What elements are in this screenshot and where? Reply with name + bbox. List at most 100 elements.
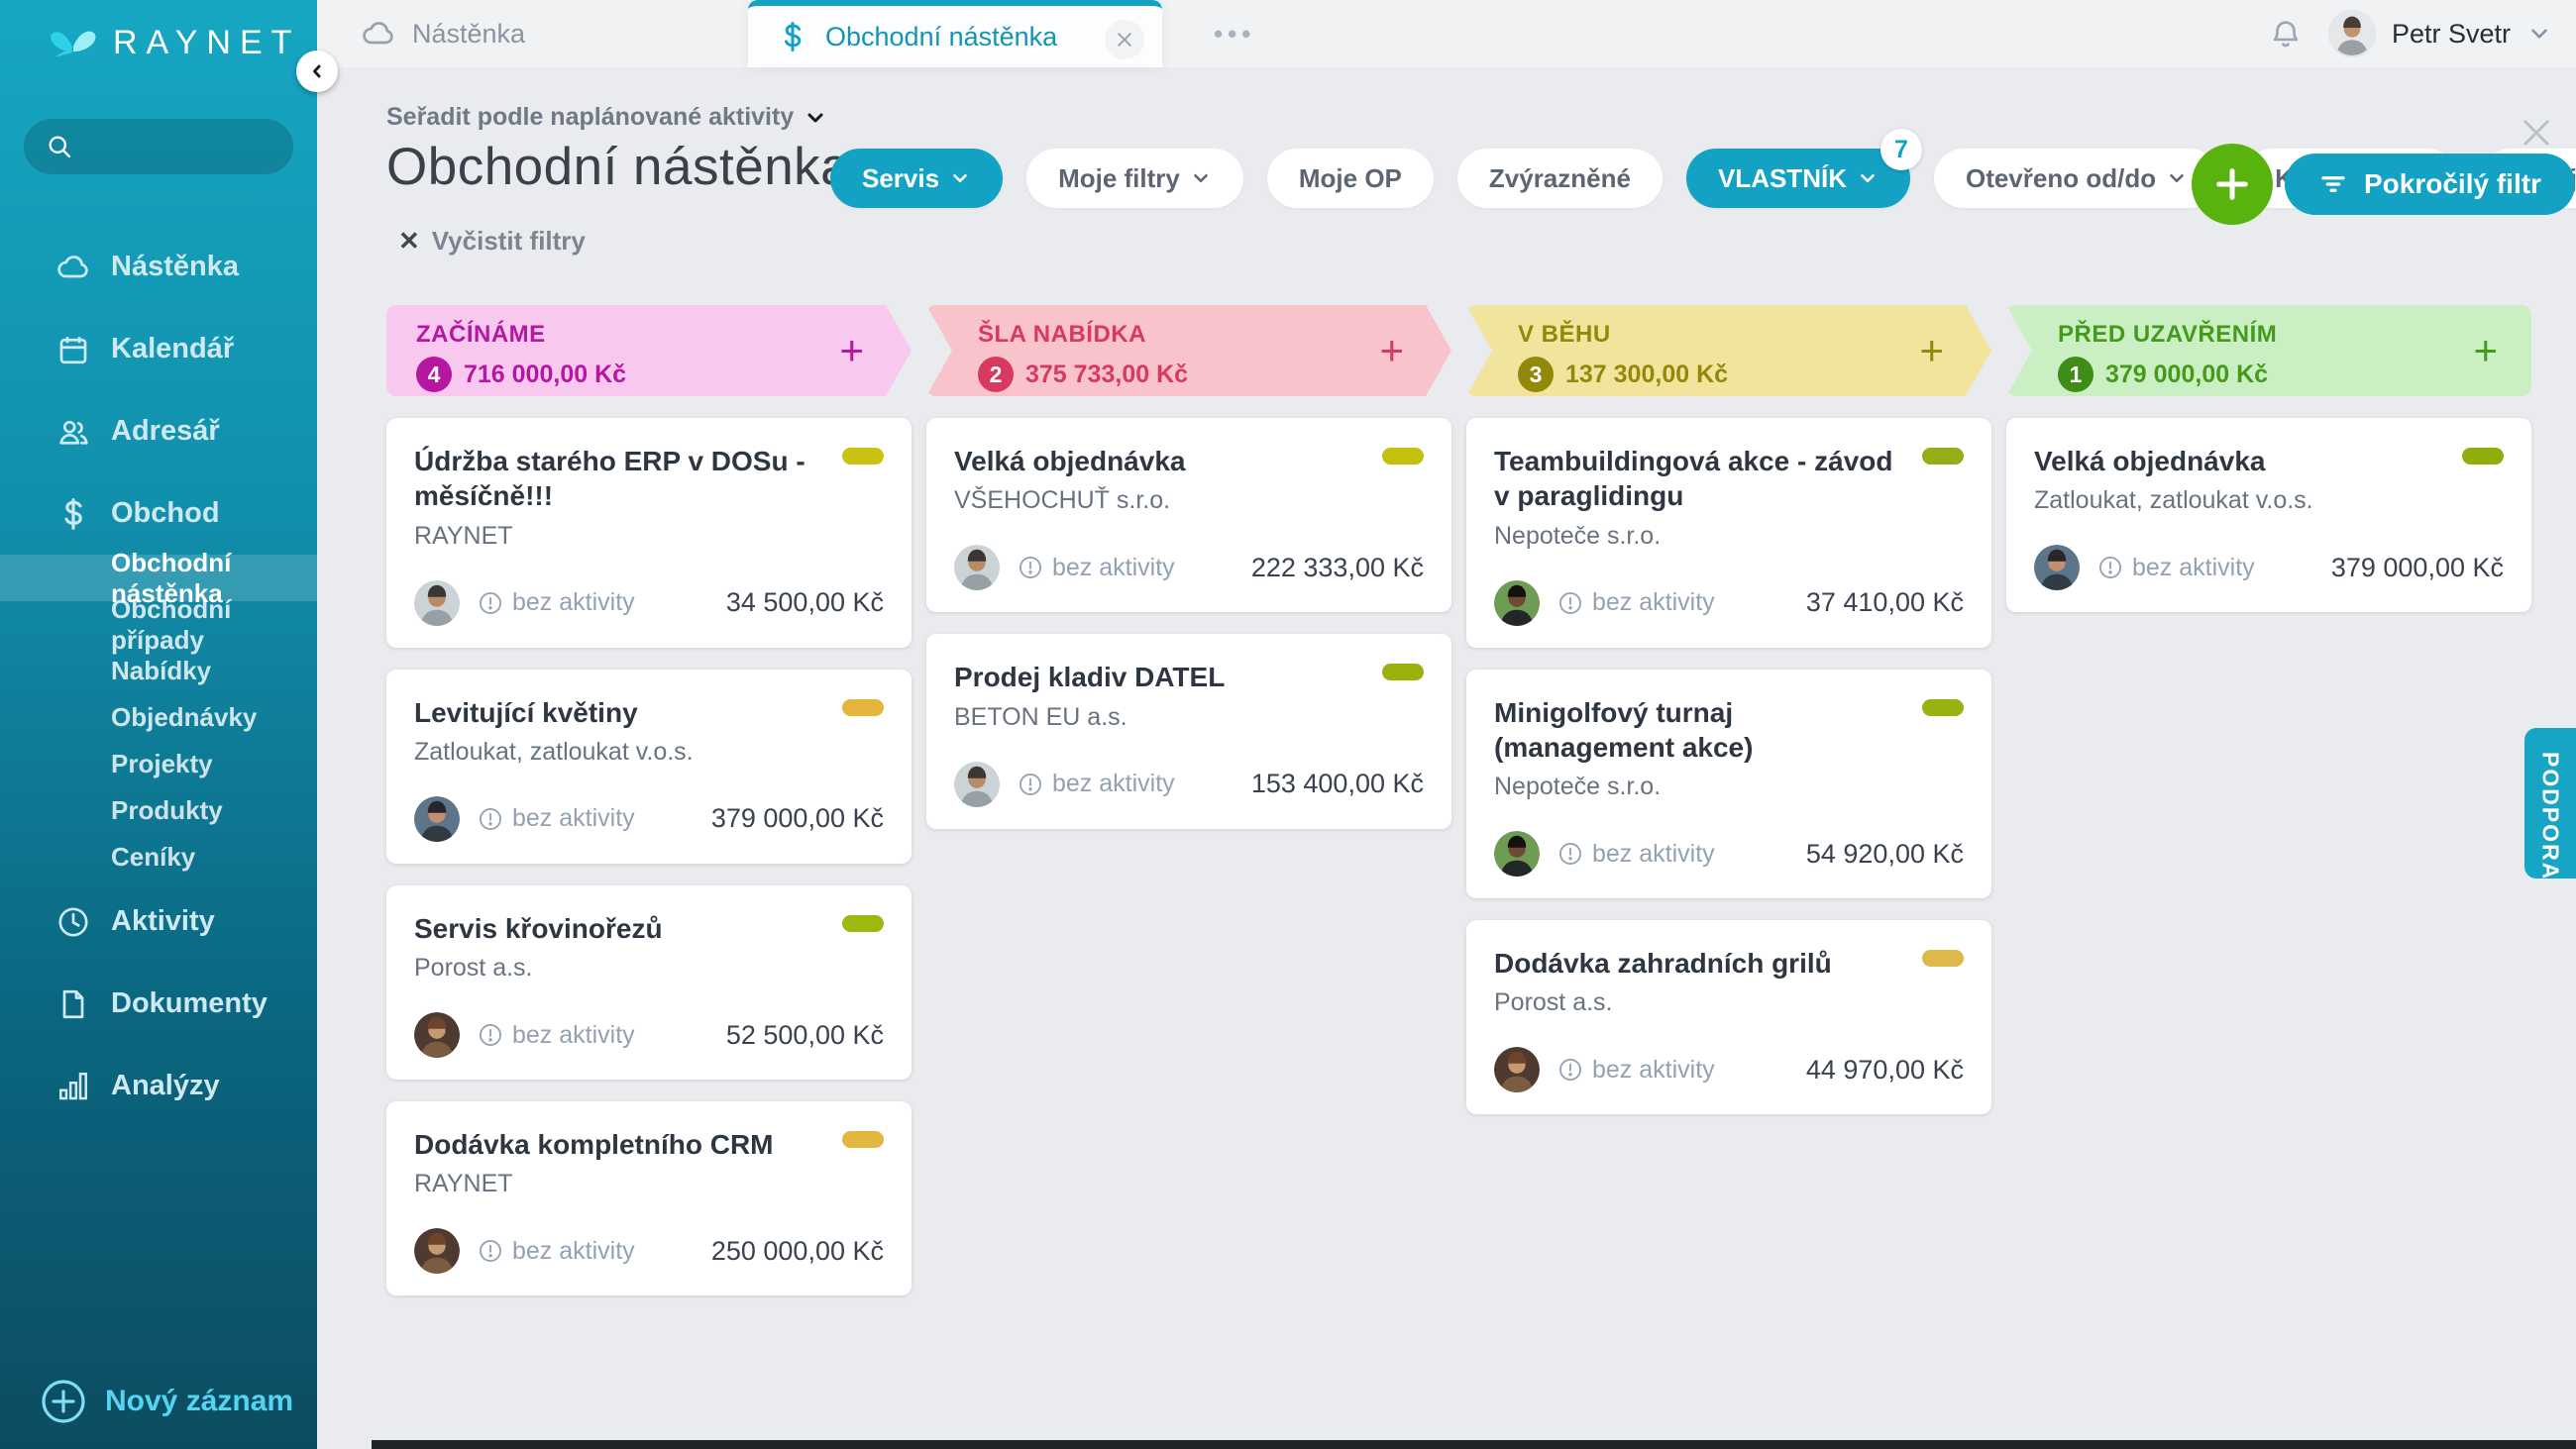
filter-pill-otev-eno-od-do[interactable]: Otevřeno od/do [1934,149,2219,208]
sidebar-item-label: Obchod [111,497,220,530]
sidebar-subitem[interactable]: Produkty [0,787,317,834]
deal-activity: bez aktivity [2097,554,2255,582]
deal-status-flag [842,1131,884,1148]
deal-card[interactable]: Velká objednávkaVŠEHOCHUŤ s.r.o.bez akti… [926,418,1451,612]
column-total: 379 000,00 Kč [2105,361,2268,389]
document-icon [55,986,91,1022]
new-record-button[interactable]: Nový záznam [0,1354,317,1449]
kanban-column: ŠLA NABÍDKA2375 733,00 Kč+Velká objednáv… [926,305,1451,829]
column-add-button[interactable]: + [1379,331,1404,370]
column-total: 716 000,00 Kč [464,361,626,389]
tab-close-button[interactable] [1105,20,1144,59]
deal-amount: 379 000,00 Kč [711,803,884,834]
sort-selector[interactable]: Seřadit podle naplánované aktivity [386,103,827,132]
filter-badge: 7 [1880,129,1922,170]
avatar [2328,10,2376,57]
avatar [2034,545,2080,590]
deal-card[interactable]: Dodávka kompletního CRMRAYNETbez aktivit… [386,1101,912,1295]
support-label: PODPORA [2537,752,2564,880]
deal-card[interactable]: Velká objednávkaZatloukat, zatloukat v.o… [2006,418,2531,612]
sidebar-subitem[interactable]: Ceníky [0,834,317,880]
deal-company: Nepoteče s.r.o. [1494,773,1964,801]
tabs-more-button[interactable]: ••• [1214,0,1255,67]
avatar [1494,580,1540,626]
deal-status-flag [1922,950,1964,967]
deal-card[interactable]: Teambuildingová akce - závod v paraglidi… [1466,418,1991,648]
sort-label: Seřadit podle naplánované aktivity [386,103,794,132]
filter-pill-zv-razn-n-[interactable]: Zvýrazněné [1457,149,1663,208]
user-menu[interactable]: Petr Svetr [2328,10,2552,57]
board-close-icon[interactable] [2518,114,2555,152]
sidebar-item-calendar[interactable]: Kalendář [0,308,317,390]
clock-icon [55,904,91,940]
deal-card[interactable]: Servis křovinořezůPorost a.s.bez aktivit… [386,885,912,1080]
deal-company: Porost a.s. [1494,988,1964,1017]
sidebar-item-dollar[interactable]: Obchod [0,472,317,555]
column-add-button[interactable]: + [839,331,864,370]
column-add-button[interactable]: + [2473,331,2498,370]
sidebar-item-label: Analýzy [111,1070,220,1102]
sidebar-collapse-button[interactable] [296,51,338,92]
deal-card[interactable]: Údržba starého ERP v DOSu - měsíčně!!!RA… [386,418,912,648]
bottom-scrollbar[interactable] [372,1440,2576,1449]
filter-pill-label: Otevřeno od/do [1966,163,2156,194]
sidebar-item-cloud[interactable]: Nástěnka [0,226,317,308]
deal-amount: 37 410,00 Kč [1806,587,1964,618]
filter-icon [2318,169,2348,199]
deal-activity: bez aktivity [478,588,635,617]
deal-footer: bez aktivity153 400,00 Kč [954,762,1424,807]
warning-circle-icon [478,1238,503,1264]
deal-card[interactable]: Prodej kladiv DATELBETON EU a.s.bez akti… [926,634,1451,828]
deal-status-flag [1922,448,1964,465]
deal-amount: 222 333,00 Kč [1251,553,1424,583]
filter-pill-vlastn-k[interactable]: VLASTNÍK7 [1686,149,1910,208]
notifications-bell-icon[interactable] [2269,17,2303,51]
column-total: 375 733,00 Kč [1025,361,1188,389]
sidebar-subitem[interactable]: Obchodní případy [0,601,317,648]
dollar-icon [55,496,91,532]
column-summary: 4716 000,00 Kč [416,357,912,392]
deal-activity: bez aktivity [478,804,635,833]
deal-activity: bez aktivity [1018,770,1175,798]
topbar: Nástěnka Obchodní nástěnka ••• Petr Svet… [317,0,2576,67]
deal-company: Nepoteče s.r.o. [1494,522,1964,551]
deal-title: Údržba starého ERP v DOSu - měsíčně!!! [414,444,884,514]
tab-obchodni-nastenka[interactable]: Obchodní nástěnka [748,0,1162,67]
deal-amount: 54 920,00 Kč [1806,839,1964,870]
sidebar-item-clock[interactable]: Aktivity [0,880,317,963]
column-add-button[interactable]: + [1919,331,1944,370]
warning-circle-icon [1018,772,1043,797]
chevron-down-icon [804,106,827,130]
advanced-filter-button[interactable]: Pokročilý filtr [2285,154,2575,215]
deal-card[interactable]: Minigolfový turnaj (management akce)Nepo… [1466,670,1991,899]
sidebar-item-chart[interactable]: Analýzy [0,1045,317,1127]
add-deal-button[interactable] [2192,144,2273,225]
sidebar-search[interactable] [24,119,293,174]
sidebar-item-people[interactable]: Adresář [0,390,317,472]
deal-card[interactable]: Levitující květinyZatloukat, zatloukat v… [386,670,912,864]
deal-company: Porost a.s. [414,954,884,983]
warning-circle-icon [1557,590,1583,616]
sidebar-item-label: Nástěnka [111,251,239,283]
advanced-filter-label: Pokročilý filtr [2364,168,2541,200]
filter-pill-moje-filtry[interactable]: Moje filtry [1026,149,1243,208]
sidebar-subitem[interactable]: Projekty [0,741,317,787]
deal-card[interactable]: Dodávka zahradních grilůPorost a.s.bez a… [1466,920,1991,1114]
clear-filters-label: Vyčistit filtry [432,226,586,257]
filter-pill-servis[interactable]: Servis [830,149,1003,208]
support-button[interactable]: PODPORA [2524,728,2576,879]
warning-circle-icon [1557,841,1583,867]
kanban-column: V BĚHU3137 300,00 Kč+Teambuildingová akc… [1466,305,1991,1114]
sidebar-subitem[interactable]: Objednávky [0,694,317,741]
clear-x-icon: ✕ [398,226,420,257]
deal-activity: bez aktivity [1557,588,1715,617]
deal-footer: bez aktivity222 333,00 Kč [954,545,1424,590]
sidebar-item-document[interactable]: Dokumenty [0,963,317,1045]
tab-nastenka[interactable]: Nástěnka [337,0,733,67]
clear-filters-button[interactable]: ✕ Vyčistit filtry [398,226,586,257]
deal-activity-label: bez aktivity [512,804,635,833]
column-header: PŘED UZAVŘENÍM1379 000,00 Kč+ [2006,305,2531,396]
deal-amount: 44 970,00 Kč [1806,1055,1964,1086]
avatar [954,545,1000,590]
filter-pill-moje-op[interactable]: Moje OP [1267,149,1434,208]
